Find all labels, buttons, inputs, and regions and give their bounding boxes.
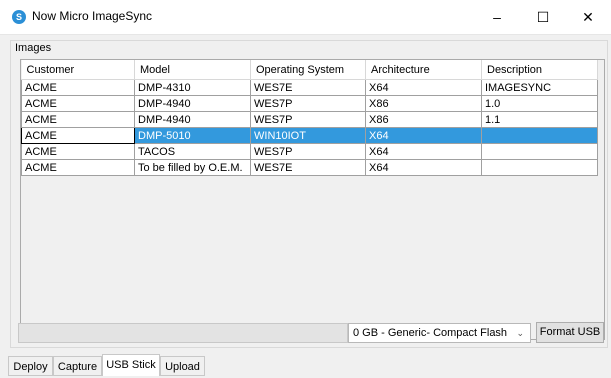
- cell-operating-system[interactable]: WES7E: [250, 79, 366, 96]
- app-logo-icon: S: [12, 10, 26, 24]
- cell-operating-system[interactable]: WES7P: [250, 111, 366, 128]
- tab-deploy[interactable]: Deploy: [8, 356, 53, 376]
- cell-description[interactable]: IMAGESYNC: [481, 79, 598, 96]
- format-usb-button[interactable]: Format USB: [536, 322, 604, 343]
- cell-operating-system[interactable]: WIN10IOT: [250, 127, 366, 144]
- cell-description[interactable]: [481, 159, 598, 176]
- tab-capture[interactable]: Capture: [53, 356, 102, 376]
- drive-select-value: 0 GB - Generic- Compact Flash: [353, 327, 508, 339]
- cell-customer[interactable]: ACME: [21, 95, 135, 112]
- column-header-operating-system[interactable]: Operating System: [250, 60, 366, 80]
- table-row-selected[interactable]: ACME DMP-5010 WIN10IOT X64: [21, 127, 598, 144]
- maximize-button[interactable]: ☐: [520, 0, 566, 34]
- cell-operating-system[interactable]: WES7E: [250, 159, 366, 176]
- cell-description[interactable]: 1.1: [481, 111, 598, 128]
- window-title: Now Micro ImageSync: [32, 9, 153, 23]
- table-row[interactable]: ACME DMP-4940 WES7P X86 1.1: [21, 111, 598, 128]
- drive-select[interactable]: 0 GB - Generic- Compact Flash ⌄: [348, 323, 531, 343]
- images-group-label: Images: [15, 42, 52, 54]
- cell-architecture[interactable]: X86: [365, 95, 482, 112]
- column-header-description[interactable]: Description: [481, 60, 598, 80]
- cell-model[interactable]: DMP-4310: [134, 79, 251, 96]
- images-table: Customer Model Operating System Architec…: [21, 60, 598, 176]
- cell-customer[interactable]: ACME: [21, 143, 135, 160]
- table-row[interactable]: ACME TACOS WES7P X64: [21, 143, 598, 160]
- cell-customer[interactable]: ACME: [21, 111, 135, 128]
- cell-customer[interactable]: ACME: [21, 127, 135, 144]
- chevron-down-icon: ⌄: [516, 328, 524, 338]
- cell-operating-system[interactable]: WES7P: [250, 95, 366, 112]
- cell-description[interactable]: [481, 127, 598, 144]
- cell-architecture[interactable]: X64: [365, 159, 482, 176]
- cell-model[interactable]: DMP-4940: [134, 95, 251, 112]
- cell-model[interactable]: TACOS: [134, 143, 251, 160]
- tab-upload[interactable]: Upload: [160, 356, 205, 376]
- images-group: Images Customer Model Operating System A…: [10, 40, 608, 348]
- column-header-customer[interactable]: Customer: [21, 60, 135, 80]
- column-header-architecture[interactable]: Architecture: [365, 60, 482, 80]
- cell-architecture[interactable]: X86: [365, 111, 482, 128]
- cell-customer[interactable]: ACME: [21, 79, 135, 96]
- close-button[interactable]: ✕: [565, 0, 611, 34]
- cell-customer[interactable]: ACME: [21, 159, 135, 176]
- table-row[interactable]: ACME DMP-4940 WES7P X86 1.0: [21, 95, 598, 112]
- table-row[interactable]: ACME DMP-4310 WES7E X64 IMAGESYNC: [21, 79, 598, 96]
- images-grid[interactable]: Customer Model Operating System Architec…: [20, 59, 605, 340]
- cell-description[interactable]: 1.0: [481, 95, 598, 112]
- cell-model[interactable]: DMP-5010: [134, 127, 251, 144]
- cell-description[interactable]: [481, 143, 598, 160]
- column-header-model[interactable]: Model: [134, 60, 251, 80]
- tab-usb-stick[interactable]: USB Stick: [102, 354, 160, 376]
- cell-architecture[interactable]: X64: [365, 127, 482, 144]
- table-row[interactable]: ACME To be filled by O.E.M. WES7E X64: [21, 159, 598, 176]
- cell-architecture[interactable]: X64: [365, 143, 482, 160]
- cell-model[interactable]: DMP-4940: [134, 111, 251, 128]
- cell-operating-system[interactable]: WES7P: [250, 143, 366, 160]
- progress-bar: [18, 323, 348, 343]
- cell-architecture[interactable]: X64: [365, 79, 482, 96]
- title-bar: S Now Micro ImageSync – ☐ ✕: [0, 0, 611, 35]
- cell-model[interactable]: To be filled by O.E.M.: [134, 159, 251, 176]
- minimize-button[interactable]: –: [474, 0, 520, 34]
- table-header-row: Customer Model Operating System Architec…: [21, 60, 598, 80]
